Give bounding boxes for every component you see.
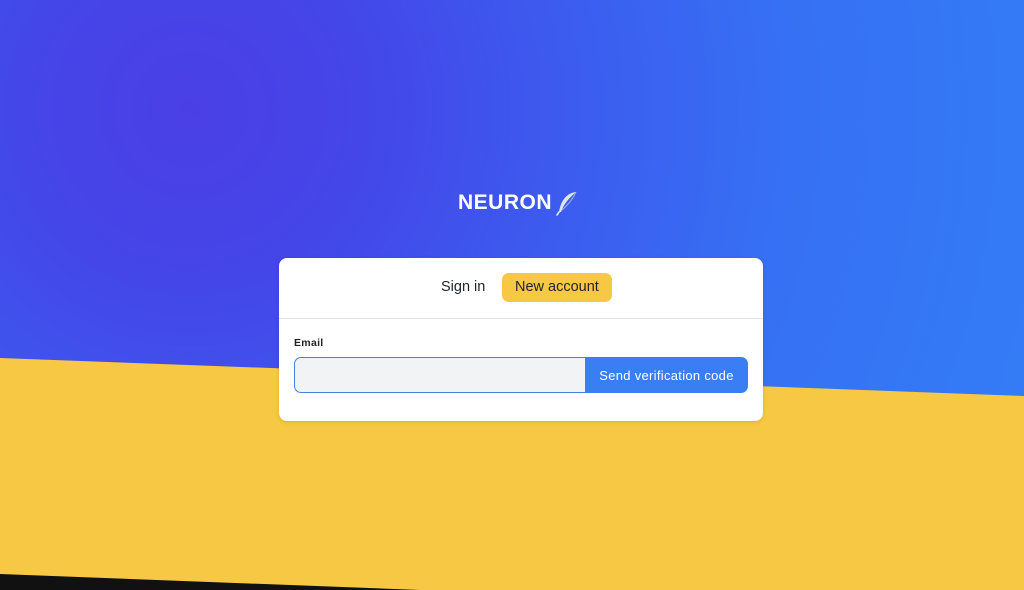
- signup-form: Email Send verification code: [294, 337, 748, 393]
- email-field[interactable]: [294, 357, 585, 393]
- email-row: Send verification code: [294, 357, 748, 393]
- auth-tabs: Sign in New account: [279, 258, 763, 319]
- logo-text: NEURON: [458, 191, 553, 214]
- send-verification-code-button[interactable]: Send verification code: [585, 357, 748, 393]
- auth-card: Sign in New account Email Send verificat…: [279, 258, 763, 421]
- tab-new-account[interactable]: New account: [502, 273, 612, 302]
- tab-sign-in[interactable]: Sign in: [434, 273, 492, 302]
- neuron-logo: NEURON: [458, 190, 579, 216]
- feather-icon: [555, 190, 579, 216]
- email-label: Email: [294, 337, 324, 349]
